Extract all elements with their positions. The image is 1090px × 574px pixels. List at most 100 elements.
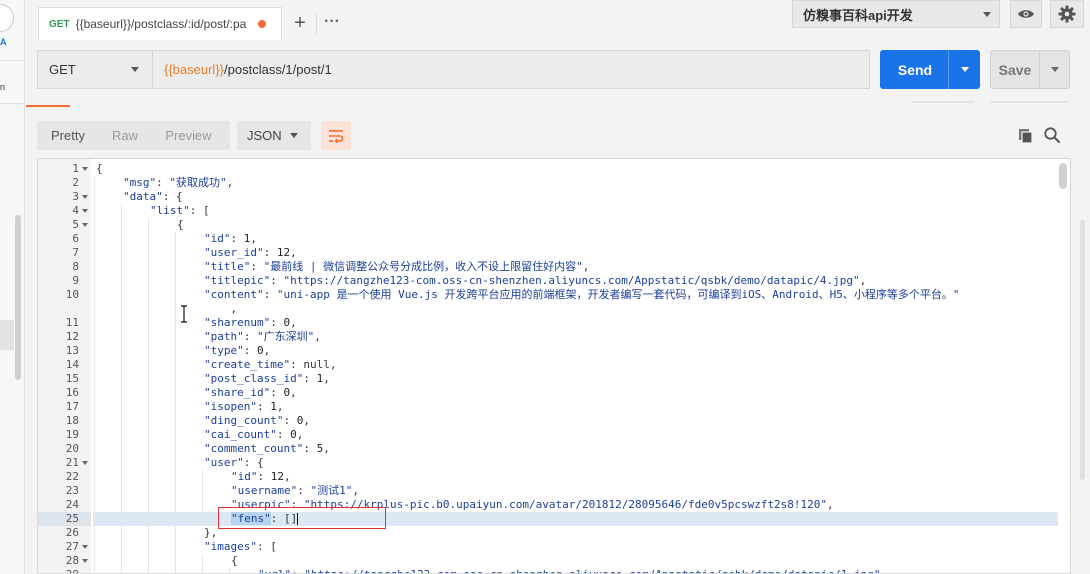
sidebar-search-circle[interactable]: [0, 4, 14, 32]
line-number: 25: [65, 512, 79, 525]
line-number-cell: 2: [38, 176, 91, 190]
indent-guide: [175, 274, 176, 288]
line-number: 24: [65, 498, 79, 511]
code-text: "share_id": 0,: [93, 386, 1058, 400]
line-number: 16: [65, 386, 79, 399]
indent-guide: [121, 428, 122, 442]
indent-guide: [175, 316, 176, 330]
indent-guide: [121, 302, 122, 316]
code-content: "comment_count": 5,: [204, 442, 330, 455]
save-button[interactable]: Save: [990, 50, 1070, 89]
environment-quick-look-button[interactable]: [1010, 0, 1042, 28]
line-number: 20: [65, 442, 79, 455]
indent-guide: [148, 540, 149, 554]
active-tab-indicator: [26, 105, 70, 107]
chevron-down-icon: [290, 133, 298, 138]
indent-guide: [148, 414, 149, 428]
tab-title: {{baseurl}}/postclass/:id/post/:pa: [75, 17, 247, 31]
response-body-viewer[interactable]: 1{2 "msg": "获取成功", 3 "data": {4 "list": [5{6…: [37, 158, 1071, 574]
send-button[interactable]: Send: [880, 50, 980, 89]
code-text: ,: [93, 302, 1058, 316]
indent-guide: [121, 442, 122, 456]
code-lines: 1{2 "msg": "获取成功", 3 "data": {4 "list": [5{6…: [38, 162, 1058, 573]
line-number: 8: [72, 260, 79, 273]
environment-select[interactable]: 仿糗事百科api开发: [792, 0, 1000, 28]
code-line: 2 "msg": "获取成功",: [38, 176, 1058, 190]
search-icon[interactable]: [1043, 126, 1061, 144]
indent-guide: [94, 568, 95, 573]
line-number: 21: [65, 456, 79, 469]
indent-guide: [148, 288, 149, 302]
copy-icon[interactable]: [1017, 127, 1035, 145]
fold-toggle-icon[interactable]: [82, 223, 88, 227]
line-number: 27: [65, 540, 79, 553]
code-line: 23 "username": "测试1",: [38, 484, 1058, 498]
indent-guide: [175, 344, 176, 358]
code-line: 27 "images": [: [38, 540, 1058, 554]
response-scrollbar[interactable]: [1059, 163, 1067, 189]
window-scrollbar[interactable]: [1080, 220, 1085, 480]
code-line: 14 "create_time": null,: [38, 358, 1058, 372]
code-line: 11 "sharenum": 0,: [38, 316, 1058, 330]
code-text: "create_time": null,: [93, 358, 1058, 372]
gear-icon: [1058, 5, 1076, 23]
sidebar-divider: [0, 60, 25, 61]
fold-toggle-icon[interactable]: [82, 209, 88, 213]
request-url-input[interactable]: {{baseurl}}/postclass/1/post/1: [153, 50, 870, 89]
send-options-button[interactable]: [949, 67, 980, 72]
code-text: "post_class_id": 1,: [93, 372, 1058, 386]
response-format-select[interactable]: JSON: [237, 121, 311, 150]
indent-guide: [148, 568, 149, 573]
line-number: 7: [72, 246, 79, 259]
code-text: "content": "uni-app 是一个使用 Vue.js 开发跨平台应用…: [93, 288, 1058, 302]
request-tab[interactable]: GET {{baseurl}}/postclass/:id/post/:pa: [38, 7, 282, 40]
preview-view-button[interactable]: Preview: [151, 128, 226, 143]
indent-guide: [175, 372, 176, 386]
line-number: 6: [72, 232, 79, 245]
indent-guide: [148, 428, 149, 442]
fold-toggle-icon[interactable]: [82, 545, 88, 549]
unsaved-dot-icon[interactable]: [257, 20, 266, 28]
new-tab-button[interactable]: +: [286, 12, 314, 36]
code-content: {: [177, 218, 184, 231]
sidebar-selected-item[interactable]: [0, 320, 14, 350]
line-number-cell: 28: [38, 554, 91, 568]
fold-toggle-icon[interactable]: [82, 167, 88, 171]
indent-guide: [148, 260, 149, 274]
code-content: "user": {: [204, 456, 264, 469]
code-line: 17 "isopen": 1,: [38, 400, 1058, 414]
fold-toggle-icon[interactable]: [82, 195, 88, 199]
send-label: Send: [897, 61, 933, 78]
annotation-highlight-box: [218, 507, 386, 529]
code-text: "msg": "获取成功",: [93, 176, 1058, 190]
code-text: "path": "广东深圳",: [93, 330, 1058, 344]
more-tabs-button[interactable]: ···: [318, 12, 346, 36]
sidebar-item-a[interactable]: A: [0, 37, 7, 47]
line-number-cell: 5: [38, 218, 91, 232]
raw-view-button[interactable]: Raw: [99, 128, 151, 143]
code-content: "msg": "获取成功",: [123, 176, 234, 189]
code-text: "username": "测试1",: [93, 484, 1058, 498]
line-number-cell: 27: [38, 540, 91, 554]
sidebar-scrollbar[interactable]: [15, 215, 21, 380]
wrap-lines-button[interactable]: [321, 121, 351, 150]
save-options-button[interactable]: [1040, 67, 1069, 72]
fold-toggle-icon[interactable]: [82, 559, 88, 563]
environment-settings-button[interactable]: [1050, 0, 1084, 28]
indent-guide: [148, 344, 149, 358]
code-content: "url": "https://tangzhe123-com.oss-cn-sh…: [258, 568, 887, 573]
code-line: ,: [38, 302, 1058, 316]
indent-guide: [148, 526, 149, 540]
code-text: "ding_count": 0,: [93, 414, 1058, 428]
code-line: 22 "id": 12,: [38, 470, 1058, 484]
sidebar-item-n[interactable]: n: [0, 82, 12, 92]
http-method-select[interactable]: GET: [37, 50, 153, 89]
code-line: 7 "user_id": 12,: [38, 246, 1058, 260]
fold-toggle-icon[interactable]: [82, 461, 88, 465]
indent-guide: [94, 428, 95, 442]
indent-guide: [94, 316, 95, 330]
indent-guide: [175, 470, 176, 484]
line-number-cell: 19: [38, 428, 91, 442]
pretty-view-button[interactable]: Pretty: [37, 128, 99, 143]
indent-guide: [148, 232, 149, 246]
